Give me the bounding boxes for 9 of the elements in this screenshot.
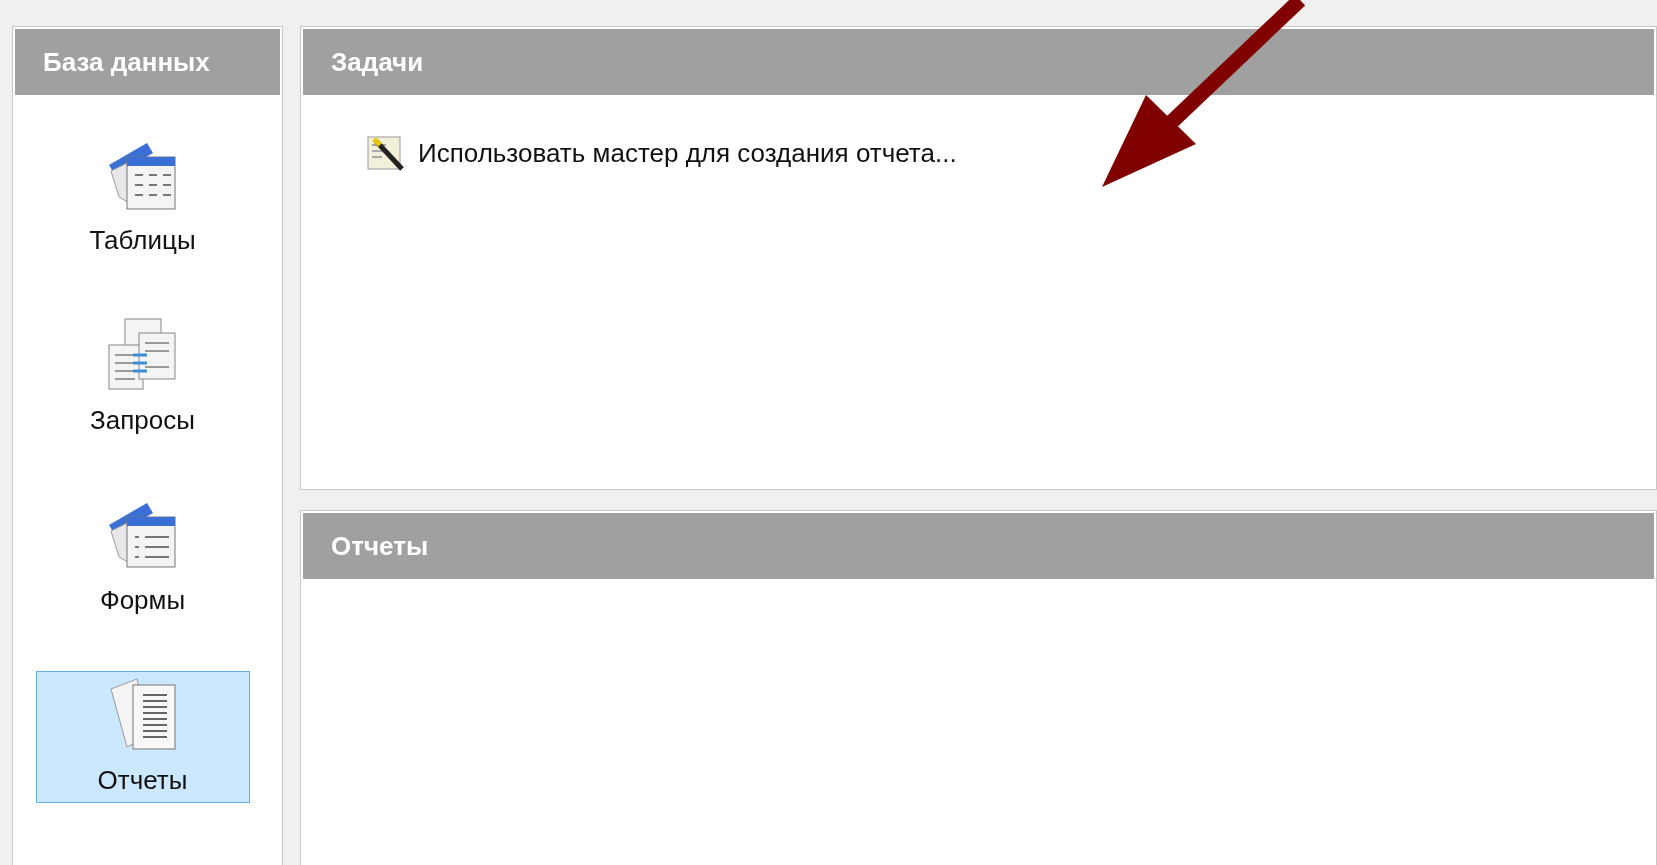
sidebar-item[interactable]: Таблицы	[35, 131, 250, 263]
sidebar-item[interactable]: Запросы	[35, 311, 250, 443]
tasks-title: Задачи	[331, 46, 424, 78]
sidebar-item[interactable]: Отчеты	[35, 671, 250, 803]
reports-title: Отчеты	[331, 530, 429, 562]
wand-icon	[366, 133, 406, 173]
sidebar-item[interactable]: Формы	[35, 491, 250, 623]
sidebar-title: База данных	[43, 46, 210, 78]
wizard-link[interactable]: Использовать мастер для создания отчета...	[418, 137, 957, 169]
